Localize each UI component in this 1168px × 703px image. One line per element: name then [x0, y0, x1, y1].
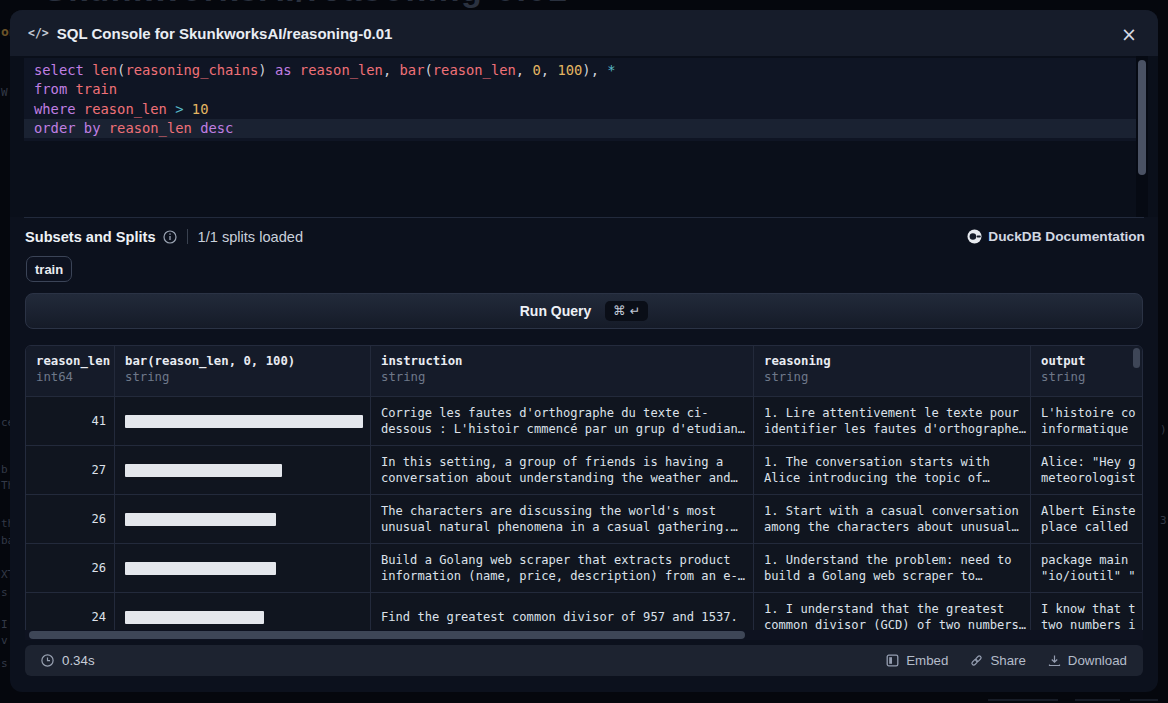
background-page-title: SkunkworksAI/reasoning-0.01: [44, 0, 568, 9]
cell-instruction: In this setting, a group of friends is h…: [370, 446, 753, 494]
cell-output: package main "io/ioutil" ": [1030, 544, 1143, 592]
download-icon: [1048, 654, 1061, 667]
cell-output: Albert Einsteplace called: [1030, 495, 1143, 543]
editor-scrollbar-thumb[interactable]: [1138, 60, 1146, 175]
editor-scrollbar[interactable]: [1136, 56, 1148, 217]
column-header: instructionstring: [370, 346, 753, 396]
cell-reason-len: 26: [26, 544, 114, 592]
vertical-separator: [187, 229, 188, 244]
duckdb-docs-label: DuckDB Documentation: [988, 229, 1145, 244]
cell-reasoning: 1. Lire attentivement le texte pourident…: [753, 397, 1030, 445]
cell-instruction: The characters are discussing the world'…: [370, 495, 753, 543]
table-row[interactable]: 27 In this setting, a group of friends is…: [26, 445, 1142, 494]
cell-bar: [114, 397, 370, 445]
cell-bar: [114, 446, 370, 494]
subsets-title: Subsets and Splits: [25, 229, 156, 245]
share-icon: [970, 654, 983, 667]
code-line[interactable]: select len(reasoning_chains) as reason_l…: [24, 61, 1136, 80]
close-icon[interactable]: ×: [1120, 25, 1138, 43]
table-row[interactable]: 41 Corrige les fautes d'orthographe du te…: [26, 396, 1142, 445]
modal-title: SQL Console for SkunkworksAI/reasoning-0…: [57, 25, 393, 42]
embed-button[interactable]: Embed: [886, 653, 948, 668]
column-header: reasoningstring: [753, 346, 1030, 396]
status-bar: 0.34s Embed Share Download: [25, 645, 1143, 676]
bar-visualization: [125, 464, 282, 477]
sql-console-modal: </> SQL Console for SkunkworksAI/reasoni…: [10, 10, 1158, 692]
download-button[interactable]: Download: [1048, 653, 1127, 668]
subsets-row: Subsets and Splits 1/1 splits loaded: [25, 227, 303, 246]
run-query-label: Run Query: [520, 303, 592, 319]
cell-reason-len: 27: [26, 446, 114, 494]
results-table: reason_lenint64bar(reason_len, 0, 100)st…: [25, 345, 1143, 640]
code-icon: </>: [28, 26, 49, 40]
keyboard-shortcut-badge: ⌘ ↵: [605, 301, 648, 321]
bar-visualization: [125, 611, 264, 624]
cell-reason-len: 26: [26, 495, 114, 543]
cell-output: L'histoire coinformatique: [1030, 397, 1143, 445]
column-header: reason_lenint64: [26, 346, 114, 396]
column-header: bar(reason_len, 0, 100)string: [114, 346, 370, 396]
cell-bar: [114, 495, 370, 543]
cell-reason-len: 41: [26, 397, 114, 445]
table-header: reason_lenint64bar(reason_len, 0, 100)st…: [26, 346, 1142, 396]
modal-header: </> SQL Console for SkunkworksAI/reasoni…: [10, 10, 1158, 56]
cell-bar: [114, 544, 370, 592]
bar-visualization: [125, 513, 276, 526]
clock-icon: [41, 654, 54, 667]
sql-editor[interactable]: select len(reasoning_chains) as reason_l…: [10, 56, 1158, 217]
cell-reasoning: 1. Understand the problem: need tobuild …: [753, 544, 1030, 592]
splits-loaded-status: 1/1 splits loaded: [198, 229, 303, 245]
code-line[interactable]: order by reason_len desc: [24, 119, 1136, 138]
cell-instruction: Corrige les fautes d'orthographe du text…: [370, 397, 753, 445]
column-header: outputstring: [1030, 346, 1143, 396]
bar-visualization: [125, 415, 363, 428]
table-vertical-scrollbar[interactable]: [1133, 348, 1140, 368]
code-line[interactable]: where reason_len > 10: [24, 100, 1136, 119]
cell-instruction: Build a Golang web scraper that extracts…: [370, 544, 753, 592]
cell-output: Alice: "Hey gmeteorologist: [1030, 446, 1143, 494]
horizontal-scrollbar-thumb[interactable]: [29, 631, 745, 639]
duckdb-icon: [967, 229, 982, 244]
query-duration: 0.34s: [41, 653, 95, 668]
table-row[interactable]: 26 Build a Golang web scraper that extrac…: [26, 543, 1142, 592]
section-divider: [24, 217, 1144, 218]
embed-icon: [886, 654, 899, 667]
cell-reasoning: 1. The conversation starts withAlice int…: [753, 446, 1030, 494]
duckdb-docs-link[interactable]: DuckDB Documentation: [967, 227, 1145, 246]
bar-visualization: [125, 562, 276, 575]
cell-reasoning: 1. Start with a casual conversationamong…: [753, 495, 1030, 543]
table-horizontal-scrollbar[interactable]: [25, 630, 1143, 640]
run-query-button[interactable]: Run Query ⌘ ↵: [25, 293, 1143, 329]
split-chip-train[interactable]: train: [26, 256, 72, 282]
code-line[interactable]: from train: [24, 80, 1136, 99]
share-button[interactable]: Share: [970, 653, 1025, 668]
info-icon[interactable]: [163, 230, 177, 244]
code-content: select len(reasoning_chains) as reason_l…: [24, 58, 1136, 141]
table-row[interactable]: 26 The characters are discussing the worl…: [26, 494, 1142, 543]
